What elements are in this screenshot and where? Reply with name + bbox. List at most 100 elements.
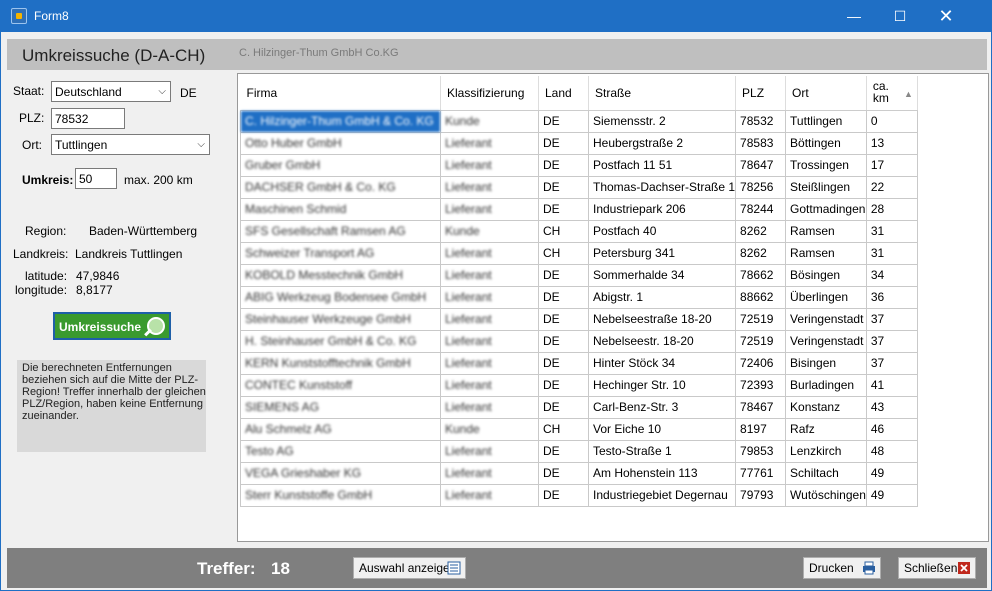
cell-plz[interactable]: 72519 (735, 329, 787, 353)
cell-strasse[interactable]: Postfach 11 51 (587, 153, 737, 177)
cell-klassifizierung[interactable]: Lieferant (440, 329, 539, 353)
cell-land[interactable]: DE (538, 329, 589, 353)
cell-ort[interactable]: Lenzkirch (785, 439, 867, 463)
cell-klassifizierung[interactable]: Lieferant (440, 153, 539, 177)
close-window-button[interactable]: ✕ (923, 1, 969, 32)
cell-klassifizierung[interactable]: Lieferant (440, 373, 539, 397)
table-row[interactable]: Sterr Kunststoffe GmbH Lieferant DE Industr… (240, 483, 918, 507)
cell-strasse[interactable]: Nebelseestr. 18-20 (587, 329, 737, 353)
cell-ort[interactable]: Tuttlingen (785, 109, 867, 133)
cell-strasse[interactable]: Sommerhalde 34 (587, 263, 737, 287)
cell-land[interactable]: DE (538, 153, 589, 177)
cell-km[interactable]: 46 (865, 417, 918, 441)
table-row[interactable]: Otto Huber GmbH Lieferant DE Heubergstraße … (240, 131, 918, 155)
table-row[interactable]: Testo AG Lieferant DE Testo-Straße 1 79853 Le… (240, 439, 918, 463)
cell-klassifizierung[interactable]: Kunde (440, 417, 539, 441)
cell-klassifizierung[interactable]: Lieferant (440, 131, 539, 155)
cell-strasse[interactable]: Vor Eiche 10 (587, 417, 737, 441)
cell-strasse[interactable]: Petersburg 341 (587, 241, 737, 265)
cell-ort[interactable]: Ramsen (785, 219, 867, 243)
cell-km[interactable]: 34 (865, 263, 918, 287)
cell-plz[interactable]: 79853 (735, 439, 787, 463)
table-row[interactable]: ABIG Werkzeug Bodensee GmbH Lieferant DE Ab… (240, 285, 918, 309)
table-row[interactable]: Gruber GmbH Lieferant DE Postfach 11 51 7864… (240, 153, 918, 177)
cell-strasse[interactable]: Carl-Benz-Str. 3 (587, 395, 737, 419)
table-row[interactable]: SIEMENS AG Lieferant DE Carl-Benz-Str. 3 784… (240, 395, 918, 419)
cell-firma[interactable]: Otto Huber GmbH (240, 131, 441, 155)
cell-ort[interactable]: Burladingen (785, 373, 867, 397)
cell-firma[interactable]: ABIG Werkzeug Bodensee GmbH (240, 285, 441, 309)
table-row[interactable]: C. Hilzinger-Thum GmbH & Co. KG Kunde DE Si… (240, 109, 918, 133)
cell-plz[interactable]: 72519 (735, 307, 787, 331)
table-row[interactable]: CONTEC Kunststoff Lieferant DE Hechinger St… (240, 373, 918, 397)
cell-klassifizierung[interactable]: Lieferant (440, 307, 539, 331)
cell-km[interactable]: 17 (865, 153, 918, 177)
cell-firma[interactable]: C. Hilzinger-Thum GmbH & Co. KG (240, 109, 441, 133)
minimize-button[interactable]: — (831, 1, 877, 32)
column-header-firma[interactable]: Firma (240, 76, 441, 111)
column-header-km[interactable]: ca. km ▲ (866, 76, 918, 111)
cell-plz[interactable]: 72393 (735, 373, 787, 397)
cell-plz[interactable]: 78467 (735, 395, 787, 419)
cell-strasse[interactable]: Hechinger Str. 10 (587, 373, 737, 397)
cell-strasse[interactable]: Thomas-Dachser-Straße 1 (587, 175, 737, 199)
cell-land[interactable]: CH (538, 417, 589, 441)
cell-km[interactable]: 43 (865, 395, 918, 419)
cell-firma[interactable]: Maschinen Schmid (240, 197, 441, 221)
cell-ort[interactable]: Trossingen (785, 153, 867, 177)
cell-plz[interactable]: 8262 (735, 219, 787, 243)
cell-klassifizierung[interactable]: Kunde (440, 109, 539, 133)
cell-km[interactable]: 36 (865, 285, 918, 309)
cell-klassifizierung[interactable]: Lieferant (440, 263, 539, 287)
column-header-klassifizierung[interactable]: Klassifizierung (440, 76, 539, 111)
cell-plz[interactable]: 78256 (735, 175, 787, 199)
table-row[interactable]: VEGA Grieshaber KG Lieferant DE Am Hohenste… (240, 461, 918, 485)
cell-ort[interactable]: Ramsen (785, 241, 867, 265)
results-grid[interactable]: Firma Klassifizierung Land Straße PLZ Or… (237, 73, 989, 542)
cell-km[interactable]: 49 (865, 483, 918, 507)
table-row[interactable]: KERN Kunststofftechnik GmbH Lieferant DE Hi… (240, 351, 918, 375)
cell-ort[interactable]: Böttingen (785, 131, 867, 155)
table-row[interactable]: Steinhauser Werkzeuge GmbH Lieferant DE Neb… (240, 307, 918, 331)
cell-land[interactable]: DE (538, 175, 589, 199)
cell-ort[interactable]: Veringenstadt (785, 307, 867, 331)
cell-ort[interactable]: Gottmadingen (785, 197, 867, 221)
maximize-button[interactable]: ☐ (877, 1, 923, 32)
cell-plz[interactable]: 88662 (735, 285, 787, 309)
cell-ort[interactable]: Wutöschingen (785, 483, 867, 507)
cell-plz[interactable]: 78662 (735, 263, 787, 287)
cell-firma[interactable]: Gruber GmbH (240, 153, 441, 177)
cell-strasse[interactable]: Postfach 40 (587, 219, 737, 243)
cell-km[interactable]: 31 (865, 219, 918, 243)
cell-land[interactable]: DE (538, 461, 589, 485)
cell-strasse[interactable]: Am Hohenstein 113 (587, 461, 737, 485)
cell-firma[interactable]: CONTEC Kunststoff (240, 373, 441, 397)
cell-km[interactable]: 41 (865, 373, 918, 397)
cell-land[interactable]: CH (538, 219, 589, 243)
cell-land[interactable]: DE (538, 131, 589, 155)
cell-firma[interactable]: SFS Gesellschaft Ramsen AG (240, 219, 441, 243)
table-row[interactable]: H. Steinhauser GmbH & Co. KG Lieferant DE N… (240, 329, 918, 353)
cell-ort[interactable]: Bisingen (785, 351, 867, 375)
cell-land[interactable]: DE (538, 263, 589, 287)
cell-plz[interactable]: 78532 (735, 109, 787, 133)
cell-ort[interactable]: Schiltach (785, 461, 867, 485)
cell-firma[interactable]: Schweizer Transport AG (240, 241, 441, 265)
cell-firma[interactable]: Alu Schmelz AG (240, 417, 441, 441)
cell-ort[interactable]: Veringenstadt (785, 329, 867, 353)
table-row[interactable]: Schweizer Transport AG Lieferant CH Petersb… (240, 241, 918, 265)
cell-land[interactable]: DE (538, 351, 589, 375)
cell-klassifizierung[interactable]: Lieferant (440, 197, 539, 221)
cell-strasse[interactable]: Industriepark 206 (587, 197, 737, 221)
cell-plz[interactable]: 78583 (735, 131, 787, 155)
cell-km[interactable]: 37 (865, 329, 918, 353)
cell-klassifizierung[interactable]: Lieferant (440, 439, 539, 463)
cell-klassifizierung[interactable]: Lieferant (440, 241, 539, 265)
cell-klassifizierung[interactable]: Lieferant (440, 351, 539, 375)
cell-land[interactable]: CH (538, 241, 589, 265)
cell-firma[interactable]: KOBOLD Messtechnik GmbH (240, 263, 441, 287)
cell-firma[interactable]: KERN Kunststofftechnik GmbH (240, 351, 441, 375)
cell-land[interactable]: DE (538, 395, 589, 419)
cell-plz[interactable]: 79793 (735, 483, 787, 507)
plz-input[interactable]: 78532 (51, 108, 125, 129)
